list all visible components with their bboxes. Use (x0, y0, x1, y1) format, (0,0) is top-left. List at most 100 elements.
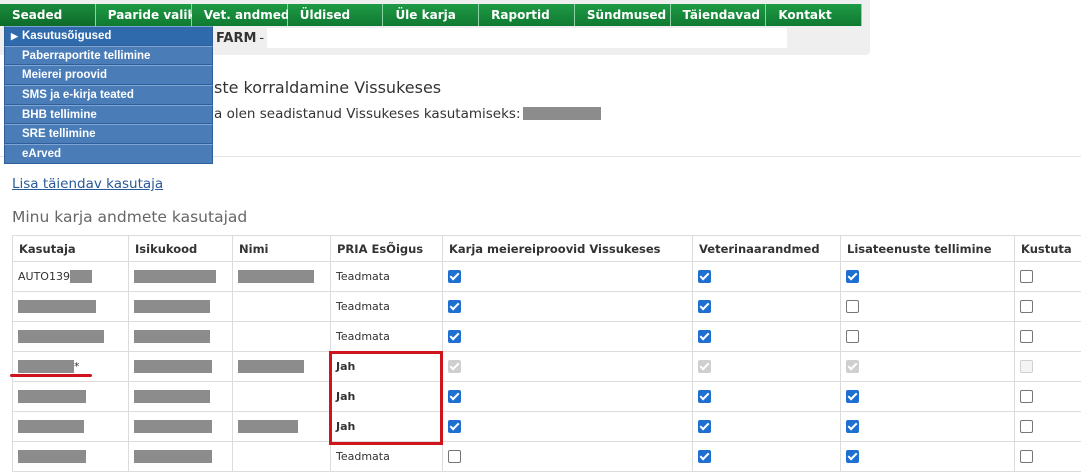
veterinaarandmed-checkbox[interactable] (698, 390, 711, 403)
cell-del (1015, 322, 1081, 352)
cell-del (1015, 262, 1081, 292)
cell-milk (443, 352, 693, 382)
cell-extra (841, 352, 1015, 382)
kustuta-checkbox (1020, 360, 1033, 373)
menu-item-sre-tellimine[interactable]: SRE tellimine (4, 124, 213, 144)
cell-kasutaja: AUTO139 (13, 262, 129, 292)
redacted-value (134, 300, 210, 313)
nav-sundmused[interactable]: Sündmused (575, 4, 671, 26)
veterinaarandmed-checkbox[interactable] (698, 420, 711, 433)
farm-label: FARM (212, 31, 256, 46)
annotation-box (329, 351, 443, 445)
redacted-value (134, 360, 212, 373)
menu-item-earved[interactable]: eArved (4, 144, 213, 164)
subtitle-text: a olen seadistanud Vissukeses kasutamise… (214, 106, 521, 122)
veterinaarandmed-checkbox[interactable] (698, 330, 711, 343)
cell-vet (693, 382, 841, 412)
kustuta-checkbox[interactable] (1020, 330, 1033, 343)
nav-uldised[interactable]: Üldised (288, 4, 384, 26)
meiereiproovid-checkbox[interactable] (448, 390, 461, 403)
redacted-value (523, 107, 601, 120)
lisateenused-checkbox[interactable] (846, 420, 859, 433)
cell-vet (693, 262, 841, 292)
cell-del (1015, 352, 1081, 382)
redacted-value (18, 360, 74, 373)
cell-vet (693, 292, 841, 322)
redacted-value (238, 420, 298, 433)
cell-del (1015, 382, 1081, 412)
cell-extra (841, 292, 1015, 322)
veterinaarandmed-checkbox[interactable] (698, 270, 711, 283)
triangle-right-icon: ▶ (11, 27, 18, 46)
meiereiproovid-checkbox[interactable] (448, 330, 461, 343)
meiereiproovid-checkbox[interactable] (448, 420, 461, 433)
kustuta-checkbox[interactable] (1020, 420, 1033, 433)
menu-item-kasutusoigused[interactable]: ▶ Kasutusõigused (4, 26, 213, 46)
redacted-value (18, 450, 86, 463)
farm-name-field[interactable] (267, 28, 787, 48)
cell-nimi (233, 442, 331, 472)
table-row: Jah (13, 412, 1081, 442)
menu-item-sms-teated[interactable]: SMS ja e-kirja teated (4, 85, 213, 105)
redacted-value (70, 270, 92, 283)
col-header-pria: PRIA EsÕigus (331, 236, 443, 262)
veterinaarandmed-checkbox[interactable] (698, 300, 711, 313)
table-row: Teadmata (13, 292, 1081, 322)
cell-pria: Teadmata (331, 262, 443, 292)
nav-taiendavad[interactable]: Täiendavad (671, 4, 767, 26)
cell-milk (443, 292, 693, 322)
kustuta-checkbox[interactable] (1020, 450, 1033, 463)
redacted-value (134, 270, 216, 283)
lisateenused-checkbox[interactable] (846, 300, 859, 313)
cell-nimi (233, 412, 331, 442)
nav-paaride-valik[interactable]: Paaride valik (96, 4, 192, 26)
page-title: ste korraldamine Vissukeses (214, 78, 441, 97)
col-header-lisateenused: Lisateenuste tellimine (841, 236, 1015, 262)
redacted-value (18, 420, 84, 433)
meiereiproovid-checkbox[interactable] (448, 300, 461, 313)
menu-item-label: Kasutusõigused (22, 30, 111, 42)
cell-pria: Teadmata (331, 442, 443, 472)
cell-nimi (233, 382, 331, 412)
kustuta-checkbox[interactable] (1020, 300, 1033, 313)
meiereiproovid-checkbox (448, 360, 461, 373)
cell-kasutaja (13, 322, 129, 352)
lisateenused-checkbox[interactable] (846, 390, 859, 403)
add-user-link[interactable]: Lisa täiendav kasutaja (12, 176, 163, 192)
menu-item-paberraportite-tellimine[interactable]: Paberraportite tellimine (4, 46, 213, 66)
redacted-value (18, 390, 86, 403)
table-body: AUTO139TeadmataTeadmataTeadmata*JahJahJa… (13, 262, 1081, 472)
nav-kontakt[interactable]: Kontakt (766, 4, 862, 26)
cell-nimi (233, 262, 331, 292)
nav-seaded[interactable]: Seaded (0, 4, 96, 26)
col-header-meiereiproovid: Karja meiereiproovid Vissukeses (443, 236, 693, 262)
nav-ule-karja[interactable]: Üle karja (383, 4, 479, 26)
nav-vet-andmed[interactable]: Vet. andmed (192, 4, 288, 26)
cell-milk (443, 262, 693, 292)
veterinaarandmed-checkbox (698, 360, 711, 373)
lisateenused-checkbox[interactable] (846, 330, 859, 343)
cell-pria: Teadmata (331, 322, 443, 352)
lisateenused-checkbox[interactable] (846, 270, 859, 283)
cell-kasutaja (13, 382, 129, 412)
cell-del (1015, 292, 1081, 322)
farm-separator: - (259, 31, 264, 46)
farm-selector: FARM - (212, 28, 787, 48)
meiereiproovid-checkbox[interactable] (448, 270, 461, 283)
cell-del (1015, 442, 1081, 472)
menu-item-bhb-tellimine[interactable]: BHB tellimine (4, 105, 213, 125)
lisateenused-checkbox[interactable] (846, 450, 859, 463)
cell-isikukood (129, 352, 233, 382)
cell-isikukood (129, 382, 233, 412)
table-row: AUTO139 Teadmata (13, 262, 1081, 292)
kustuta-checkbox[interactable] (1020, 270, 1033, 283)
veterinaarandmed-checkbox[interactable] (698, 450, 711, 463)
meiereiproovid-checkbox[interactable] (448, 450, 461, 463)
cell-milk (443, 412, 693, 442)
menu-item-meierei-proovid[interactable]: Meierei proovid (4, 65, 213, 85)
nav-raportid[interactable]: Raportid (479, 4, 575, 26)
cell-kasutaja (13, 442, 129, 472)
cell-kasutaja: * (13, 352, 129, 382)
redacted-value (134, 390, 210, 403)
kustuta-checkbox[interactable] (1020, 390, 1033, 403)
